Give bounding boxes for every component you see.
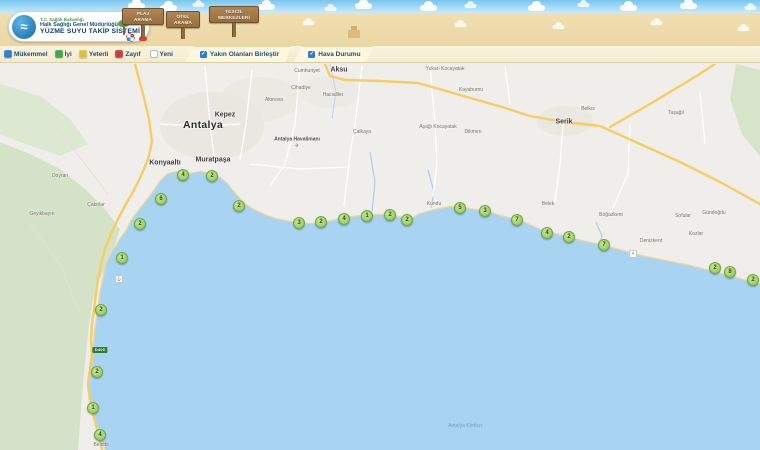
legend-item: İyi <box>55 50 72 58</box>
sign-tescil-merkezleri[interactable]: TESCİL MERKEZLERİ <box>209 6 259 37</box>
sandcastle-icon <box>348 30 360 38</box>
cloud-icon <box>745 6 757 10</box>
cloud-icon <box>258 4 275 10</box>
beach-marker[interactable]: 3 <box>479 205 491 217</box>
sign-label: MERKEZLERİ <box>213 15 255 21</box>
legend-item-yeni: Yeni <box>150 50 173 58</box>
legend-item: Yeterli <box>79 50 109 58</box>
beach-marker[interactable]: 4 <box>338 213 350 225</box>
wave-icon: ≈ <box>12 15 36 39</box>
legend-label: Yeterli <box>89 51 109 58</box>
sign-otel-arama[interactable]: OTEL ARAMA <box>166 11 200 39</box>
tab-label: Yakın Olanları Birleştir <box>210 51 279 58</box>
sign-label: ARAMA <box>126 17 160 23</box>
beach-marker[interactable]: 7 <box>511 214 523 226</box>
beach-marker[interactable]: 3 <box>293 217 305 229</box>
legend-color-swatch <box>4 50 12 58</box>
cloud-icon <box>738 27 750 31</box>
toolbar-tab[interactable]: ✓Hava Durumu <box>293 46 372 62</box>
toolbar-tab[interactable]: ✓Yakın Olanları Birleştir <box>185 46 291 62</box>
beach-marker[interactable]: 2 <box>91 366 103 378</box>
poi-icon[interactable]: ✦ <box>629 250 637 258</box>
marina-anchor-icon[interactable]: ⚓ <box>115 275 123 283</box>
cloud-icon <box>303 21 315 25</box>
cloud-icon <box>553 25 565 29</box>
legend-label: Mükemmel <box>14 51 48 58</box>
beach-marker[interactable]: 1 <box>116 252 128 264</box>
cloud-icon <box>325 7 337 11</box>
legend-label: İyi <box>65 51 72 58</box>
cloud-icon <box>680 3 697 9</box>
sign-post <box>232 23 236 37</box>
toolbar-tabs: ✓Yakın Olanları Birleştir✓Hava Durumu <box>185 46 375 62</box>
beach-marker[interactable]: 4 <box>541 227 553 239</box>
beach-marker[interactable]: 2 <box>563 231 575 243</box>
cloud-icon <box>620 5 637 11</box>
cloud-icon <box>528 5 545 11</box>
cloud-icon <box>651 21 663 25</box>
cloud-icon <box>420 5 437 11</box>
legend-item: Zayıf <box>115 50 140 58</box>
beach-marker[interactable]: 7 <box>598 239 610 251</box>
cloud-icon <box>455 23 467 27</box>
cloud-icon <box>355 3 372 9</box>
beach-marker[interactable]: 4 <box>177 169 189 181</box>
beach-marker[interactable]: 4 <box>94 429 106 441</box>
map-art <box>0 64 760 450</box>
beach-marker[interactable]: 2 <box>401 214 413 226</box>
tab-label: Hava Durumu <box>318 51 360 58</box>
sign-post <box>181 28 185 39</box>
cloud-icon <box>465 4 477 8</box>
new-marker-swatch <box>150 50 158 58</box>
header-banner: ≈ T.C. Sağlık Bakanlığı Halk Sağlığı Gen… <box>0 0 760 46</box>
cloud-icon <box>193 3 205 7</box>
road-badge-d400: D400 <box>92 347 107 353</box>
beach-marker[interactable]: 2 <box>315 216 327 228</box>
sign-plaj-arama[interactable]: PLAJ ARAMA <box>122 8 164 38</box>
sign-post <box>141 25 145 38</box>
checkbox-icon[interactable]: ✓ <box>200 51 207 58</box>
sign-label: ARAMA <box>170 20 196 26</box>
beach-marker[interactable]: 5 <box>454 202 466 214</box>
legend-label: Yeni <box>160 51 173 58</box>
beach-marker[interactable]: 1 <box>361 210 373 222</box>
beach-marker[interactable]: 2 <box>384 209 396 221</box>
legend-label: Zayıf <box>125 51 140 58</box>
legend-color-swatch <box>79 50 87 58</box>
beach-marker[interactable]: 1 <box>87 402 99 414</box>
beach-marker[interactable]: 6 <box>155 193 167 205</box>
legend-item: Mükemmel <box>4 50 48 58</box>
beach-marker[interactable]: 2 <box>233 200 245 212</box>
legend-color-swatch <box>115 50 123 58</box>
legend-color-swatch <box>55 50 63 58</box>
toolbar: MükemmelİyiYeterliZayıf Yeni ✓Yakın Olan… <box>0 46 760 63</box>
quality-legend: Mükemmel İyi Yeterli Zayıf <box>4 50 141 58</box>
beach-marker[interactable]: 2 <box>709 262 721 274</box>
cloud-icon <box>578 3 590 7</box>
beach-marker[interactable]: 8 <box>724 266 736 278</box>
beach-marker[interactable]: 2 <box>95 304 107 316</box>
beach-marker[interactable]: 2 <box>134 218 146 230</box>
beach-marker[interactable]: 2 <box>206 170 218 182</box>
map-canvas[interactable]: Antalya Havalimanı ✈ D400 ⚓ ✦ Antalya Kö… <box>0 64 760 450</box>
beach-marker[interactable]: 2 <box>747 274 759 286</box>
checkbox-icon[interactable]: ✓ <box>308 51 315 58</box>
